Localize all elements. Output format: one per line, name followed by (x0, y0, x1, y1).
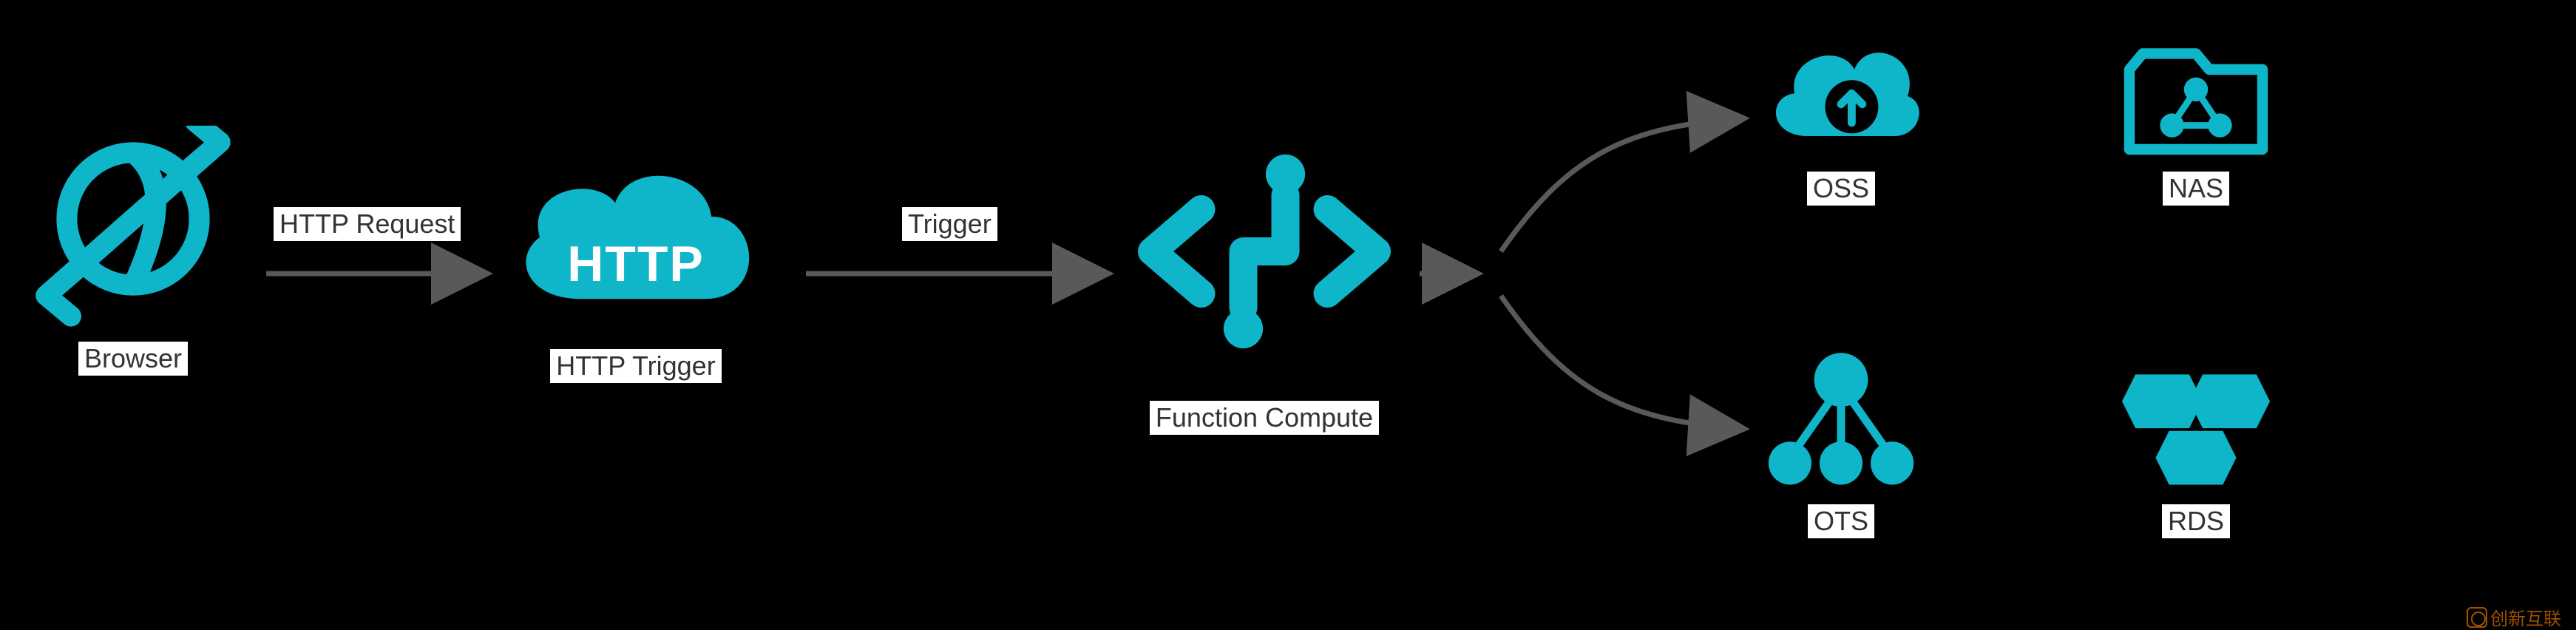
watermark: 创新互联 (2467, 604, 2561, 630)
watermark-text: 创新互联 (2490, 604, 2561, 630)
arrow-to-ots (1501, 296, 1745, 429)
arrows-layer (0, 0, 2576, 630)
edge-label-trigger: Trigger (902, 207, 997, 241)
edge-label-http-request: HTTP Request (274, 207, 461, 241)
arrow-to-oss (1501, 118, 1745, 251)
watermark-icon (2467, 607, 2487, 628)
